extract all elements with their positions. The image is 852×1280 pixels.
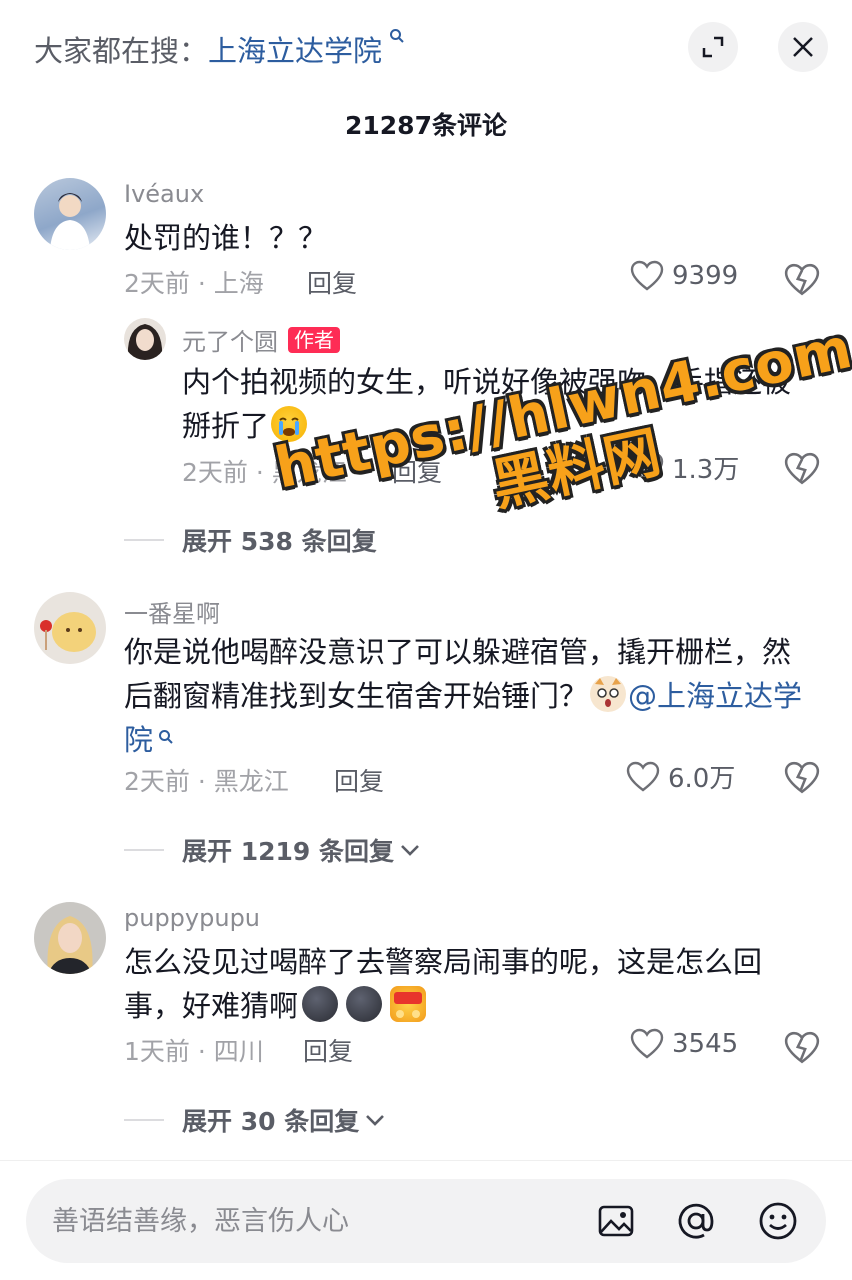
expand-replies-label: 展开 30 条回复 [182, 1107, 360, 1136]
heart-icon [626, 761, 660, 792]
search-suggestion[interactable]: 大家都在搜：上海立达学院 [34, 28, 405, 70]
like-button[interactable]: 6.0万 [626, 758, 735, 795]
reply-username[interactable]: 元了个圆 [182, 328, 278, 356]
watermark: https://hlwn4.com 黑料网 [270, 316, 852, 562]
like-count: 3545 [672, 1029, 739, 1059]
like-button[interactable]: 9399 [630, 260, 738, 292]
expand-icon [702, 36, 724, 58]
divider [124, 539, 164, 541]
avatar[interactable] [34, 178, 106, 250]
avatar[interactable] [124, 318, 166, 360]
chevron-down-icon [401, 845, 419, 856]
like-count: 6.0万 [668, 764, 736, 794]
dark-face-emoji-icon [346, 986, 383, 1022]
reply-button[interactable]: 回复 [307, 264, 357, 300]
chevron-down-icon [366, 1115, 385, 1126]
dislike-icon[interactable] [784, 262, 820, 298]
comment-meta: 1天前 · 四川 [124, 1037, 264, 1066]
emoji-icon[interactable] [756, 1199, 800, 1243]
expand-replies-label: 展开 1219 条回复 [182, 837, 394, 866]
comments-panel: 大家都在搜：上海立达学院 21287条评论 Ivéaux 处罚的谁！？？ 2天前… [0, 0, 852, 1280]
dislike-icon[interactable] [784, 760, 820, 796]
reply-username-row: 元了个圆 作者 [182, 322, 340, 357]
close-icon [793, 37, 813, 57]
comment-text: 你是说他喝醉没意识了可以躲避宿管，撬开栅栏，然后翻窗精准找到女生宿舍开始锤门？ … [124, 630, 804, 762]
avatar[interactable] [34, 902, 106, 974]
comment-input-box[interactable] [26, 1179, 826, 1263]
dark-face-emoji-icon [302, 986, 339, 1022]
expand-replies-button[interactable]: 展开 1219 条回复 [124, 832, 422, 868]
comment-count: 21287条评论 [345, 111, 507, 140]
expand-replies-button[interactable]: 展开 30 条回复 [124, 1102, 387, 1138]
comment-username[interactable]: puppypupu [124, 904, 260, 932]
search-prefix: 大家都在搜： [34, 34, 209, 68]
like-button[interactable]: 3545 [630, 1028, 738, 1060]
comment-username[interactable]: 一番星啊 [124, 594, 220, 629]
search-icon [153, 730, 174, 749]
expand-button[interactable] [688, 22, 738, 72]
comment-meta: 2天前 · 上海 [124, 269, 264, 298]
reply-button[interactable]: 回复 [303, 1032, 353, 1068]
comment-text: 处罚的谁！？？ [124, 221, 328, 255]
comment-username[interactable]: Ivéaux [124, 180, 204, 208]
close-button[interactable] [778, 22, 828, 72]
divider [124, 849, 164, 851]
comment-text: 怎么没见过喝醉了去警察局闹事的呢，这是怎么回事，好难猜啊 [124, 940, 814, 1028]
comments-header: 大家都在搜：上海立达学院 [0, 0, 852, 100]
search-icon [384, 29, 405, 48]
divider [124, 1119, 164, 1121]
heart-icon [630, 1028, 664, 1059]
dislike-icon[interactable] [784, 1030, 820, 1066]
reply-button[interactable]: 回复 [334, 762, 384, 798]
author-badge: 作者 [288, 327, 340, 353]
cheer-emoji-icon [390, 986, 427, 1022]
search-keyword-link[interactable]: 上海立达学院 [208, 34, 382, 68]
image-icon[interactable] [594, 1199, 638, 1243]
comment-composer [0, 1160, 852, 1280]
heart-icon [630, 260, 664, 291]
dislike-icon[interactable] [784, 451, 820, 487]
avatar[interactable] [34, 592, 106, 664]
like-count: 9399 [672, 261, 739, 291]
at-icon[interactable] [674, 1199, 718, 1243]
comment-meta: 2天前 · 黑龙江 [124, 767, 289, 796]
shocked-cat-emoji-icon [590, 676, 627, 712]
comment-input[interactable] [52, 1199, 532, 1243]
comment-text-content: 怎么没见过喝醉了去警察局闹事的呢，这是怎么回事，好难猜啊 [124, 945, 763, 1023]
